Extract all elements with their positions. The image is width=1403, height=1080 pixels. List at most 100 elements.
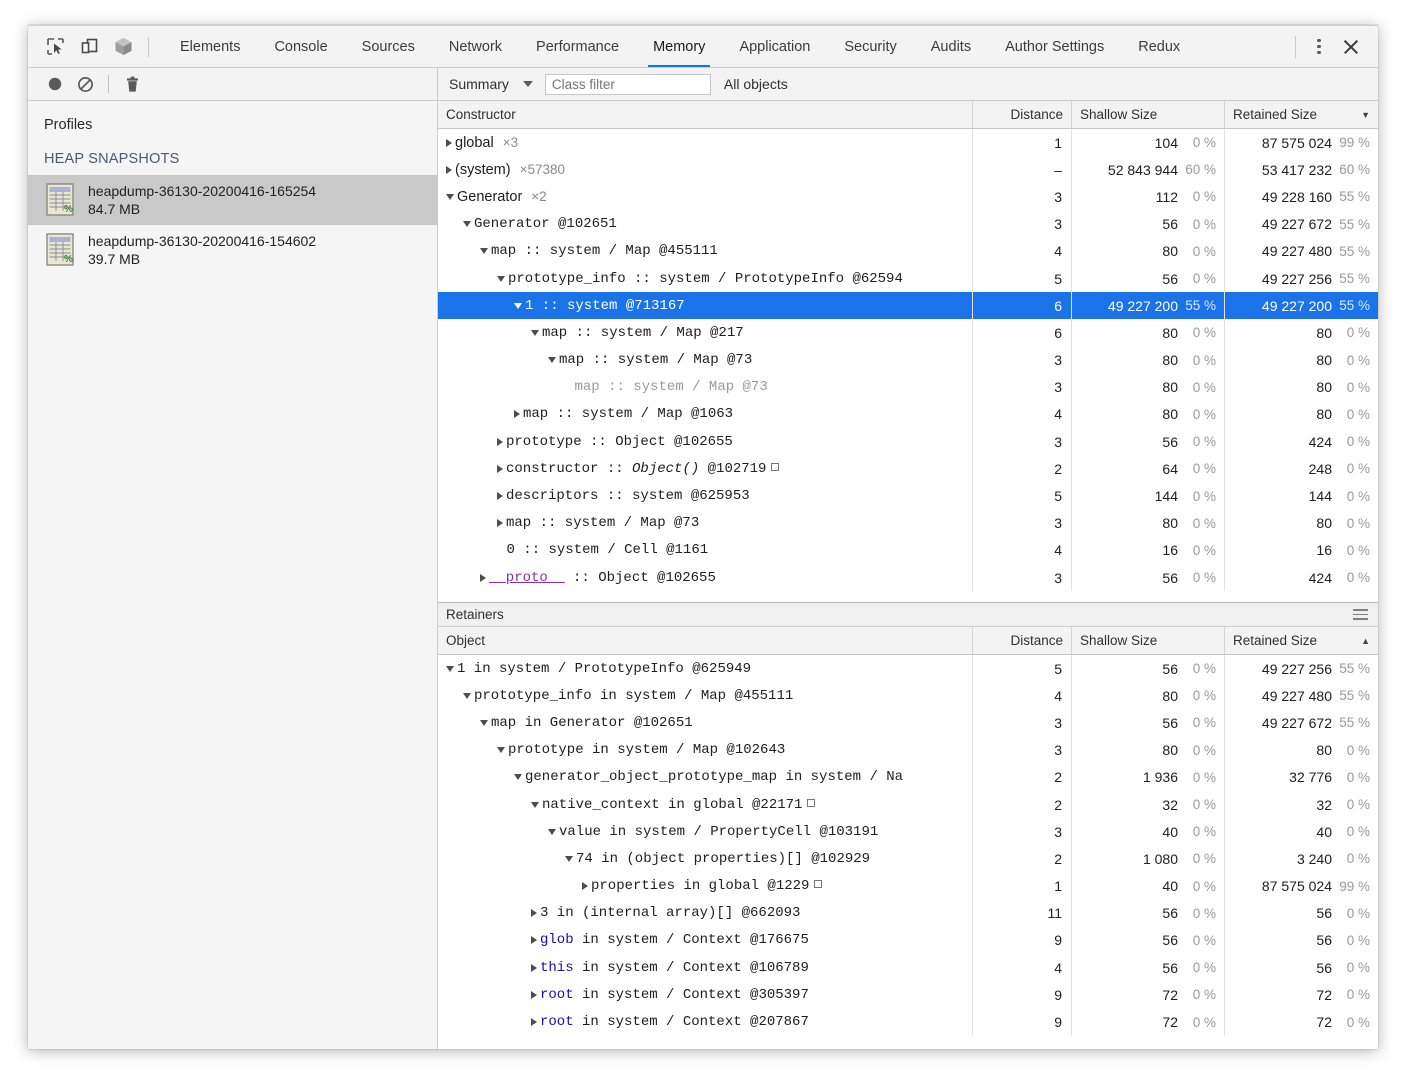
tab-network[interactable]: Network xyxy=(432,26,519,67)
triangle-expanded-icon[interactable] xyxy=(548,357,556,364)
tab-sources[interactable]: Sources xyxy=(345,26,432,67)
triangle-collapsed-icon[interactable] xyxy=(446,165,452,174)
triangle-expanded-icon[interactable] xyxy=(548,828,556,835)
constructors-rows[interactable]: global ×3 1 104 0 % 87 575 024 99 % (system) ×57… xyxy=(438,129,1378,602)
cell-name[interactable]: map :: system / Map @1063 xyxy=(438,400,973,429)
tab-elements[interactable]: Elements xyxy=(163,26,257,67)
triangle-expanded-icon[interactable] xyxy=(480,248,488,255)
cell-name[interactable]: generator_object_prototype_map in system… xyxy=(438,763,973,791)
triangle-expanded-icon[interactable] xyxy=(480,719,488,726)
view-selector-label[interactable]: Summary xyxy=(449,76,509,92)
cell-name[interactable]: map in Generator @102651 xyxy=(438,709,973,737)
table-row[interactable]: value in system / PropertyCell @103191 3 4… xyxy=(438,818,1378,846)
column-header-retained-size[interactable]: Retained Size ▼ xyxy=(1225,101,1378,128)
tab-console[interactable]: Console xyxy=(257,26,344,67)
retainers-rows[interactable]: 1 in system / PrototypeInfo @625949 5 56 0 … xyxy=(438,655,1378,1049)
tab-application[interactable]: Application xyxy=(722,26,827,67)
table-row[interactable]: native_context in global @22171 2 32 0 % 32 0… xyxy=(438,790,1378,819)
table-row[interactable]: prototype_info :: system / PrototypeInfo… xyxy=(438,264,1378,293)
cell-name[interactable]: root in system / Context @207867 xyxy=(438,1008,973,1036)
cube-3d-icon[interactable] xyxy=(106,32,140,62)
cell-name[interactable]: native_context in global @22171 xyxy=(438,790,973,819)
class-filter-input[interactable] xyxy=(544,73,711,95)
cell-name[interactable]: descriptors :: system @625953 xyxy=(438,482,973,510)
table-row[interactable]: root in system / Context @207867 9 72 0 % 72… xyxy=(438,1008,1378,1036)
cell-name[interactable]: Generator ×2 xyxy=(438,183,973,211)
triangle-collapsed-icon[interactable] xyxy=(480,573,486,582)
cell-name[interactable]: map :: system / Map @73 xyxy=(438,346,973,374)
snapshot-item-0[interactable]: % heapdump-36130-20200416-165254 84.7 MB xyxy=(28,175,437,225)
table-row[interactable]: __proto__ :: Object @102655 3 56 0 % 424 0 % xyxy=(438,564,1378,592)
cell-name[interactable]: (system) ×57380 xyxy=(438,156,973,184)
triangle-expanded-icon[interactable] xyxy=(531,801,539,808)
triangle-expanded-icon[interactable] xyxy=(514,774,522,781)
triangle-expanded-icon[interactable] xyxy=(446,193,454,200)
triangle-collapsed-icon[interactable] xyxy=(497,464,503,473)
table-row[interactable]: Generator ×2 3 112 0 % 49 228 160 55 % xyxy=(438,183,1378,211)
triangle-collapsed-icon[interactable] xyxy=(531,963,537,972)
table-row[interactable]: constructor :: Object() @102719 2 64 0 % 248… xyxy=(438,455,1378,483)
table-row[interactable]: 3 in (internal array)[] @662093 11 56 0 % 56… xyxy=(438,899,1378,927)
triangle-collapsed-icon[interactable] xyxy=(446,138,452,147)
column-header-object[interactable]: Object xyxy=(438,627,973,654)
cell-name[interactable]: value in system / PropertyCell @103191 xyxy=(438,818,973,846)
tab-performance[interactable]: Performance xyxy=(519,26,636,67)
triangle-expanded-icon[interactable] xyxy=(497,275,505,282)
triangle-collapsed-icon[interactable] xyxy=(531,909,537,918)
more-options-icon[interactable] xyxy=(1308,34,1330,60)
table-row[interactable]: map :: system / Map @73 3 80 0 % 80 0 % xyxy=(438,509,1378,537)
table-row[interactable]: 0 :: system / Cell @1161 4 16 0 % 16 0 % xyxy=(438,536,1378,564)
triangle-collapsed-icon[interactable] xyxy=(531,936,537,945)
triangle-collapsed-icon[interactable] xyxy=(531,1018,537,1027)
triangle-expanded-icon[interactable] xyxy=(514,302,522,309)
table-row[interactable]: 74 in (object properties)[] @102929 2 1 08… xyxy=(438,845,1378,873)
cell-name[interactable]: global ×3 xyxy=(438,129,973,157)
triangle-expanded-icon[interactable] xyxy=(463,692,471,699)
table-row[interactable]: prototype_info in system / Map @455111 4 8… xyxy=(438,682,1378,710)
triangle-collapsed-icon[interactable] xyxy=(497,519,503,528)
cell-name[interactable]: prototype in system / Map @102643 xyxy=(438,736,973,764)
inspect-element-icon[interactable] xyxy=(38,32,72,62)
tab-security[interactable]: Security xyxy=(827,26,913,67)
triangle-expanded-icon[interactable] xyxy=(565,855,573,862)
table-row[interactable]: 1 :: system @713167 6 49 227 200 55 % 49 227… xyxy=(438,292,1378,320)
triangle-expanded-icon[interactable] xyxy=(531,329,539,336)
cell-name[interactable]: map :: system / Map @73 xyxy=(438,373,973,401)
table-row[interactable]: root in system / Context @305397 9 72 0 % 72… xyxy=(438,981,1378,1009)
cell-name[interactable]: root in system / Context @305397 xyxy=(438,981,973,1009)
table-row[interactable]: Generator @102651 3 56 0 % 49 227 672 55 % xyxy=(438,210,1378,238)
cell-name[interactable]: 3 in (internal array)[] @662093 xyxy=(438,899,973,927)
triangle-collapsed-icon[interactable] xyxy=(514,410,520,419)
cell-name[interactable]: prototype_info :: system / PrototypeInfo… xyxy=(438,264,973,293)
table-row[interactable]: 1 in system / PrototypeInfo @625949 5 56 0 … xyxy=(438,655,1378,683)
trash-icon[interactable] xyxy=(117,71,147,97)
cell-name[interactable]: __proto__ :: Object @102655 xyxy=(438,564,973,592)
snapshot-item-1[interactable]: % heapdump-36130-20200416-154602 39.7 MB xyxy=(28,225,437,275)
table-row[interactable]: (system) ×57380 –52 843 944 60 % 53 417 232 6… xyxy=(438,156,1378,184)
column-header-constructor[interactable]: Constructor xyxy=(438,101,973,128)
triangle-expanded-icon[interactable] xyxy=(446,665,454,672)
tab-redux[interactable]: Redux xyxy=(1121,26,1197,67)
column-header-shallow-size[interactable]: Shallow Size xyxy=(1072,627,1225,654)
table-row[interactable]: prototype in system / Map @102643 3 80 0 % 8… xyxy=(438,736,1378,764)
table-row[interactable]: map :: system / Map @73 3 80 0 % 80 0 % xyxy=(438,346,1378,374)
cell-name[interactable]: prototype_info in system / Map @455111 xyxy=(438,682,973,710)
table-row[interactable]: this in system / Context @106789 4 56 0 % 56… xyxy=(438,954,1378,982)
cell-name[interactable]: 74 in (object properties)[] @102929 xyxy=(438,845,973,873)
device-toolbar-icon[interactable] xyxy=(72,32,106,62)
triangle-collapsed-icon[interactable] xyxy=(497,437,503,446)
tab-audits[interactable]: Audits xyxy=(914,26,988,67)
cell-name[interactable]: map :: system / Map @217 xyxy=(438,319,973,347)
table-row[interactable]: map :: system / Map @1063 4 80 0 % 80 0 % xyxy=(438,400,1378,429)
table-row[interactable]: global ×3 1 104 0 % 87 575 024 99 % xyxy=(438,129,1378,157)
table-row[interactable]: map :: system / Map @455111 4 80 0 % 49 227 … xyxy=(438,237,1378,265)
column-header-retained-size[interactable]: Retained Size ▲ xyxy=(1225,627,1378,654)
tab-memory[interactable]: Memory xyxy=(636,26,722,67)
cell-name[interactable]: constructor :: Object() @102719 xyxy=(438,455,973,483)
table-row[interactable]: map :: system / Map @73 3 80 0 % 80 0 % xyxy=(438,373,1378,401)
table-row[interactable]: properties in global @1229 1 40 0 % 87 575 0… xyxy=(438,872,1378,900)
triangle-collapsed-icon[interactable] xyxy=(582,882,588,891)
cell-name[interactable]: 0 :: system / Cell @1161 xyxy=(438,536,973,564)
cell-name[interactable]: map :: system / Map @73 xyxy=(438,509,973,537)
cell-name[interactable]: glob in system / Context @176675 xyxy=(438,926,973,955)
